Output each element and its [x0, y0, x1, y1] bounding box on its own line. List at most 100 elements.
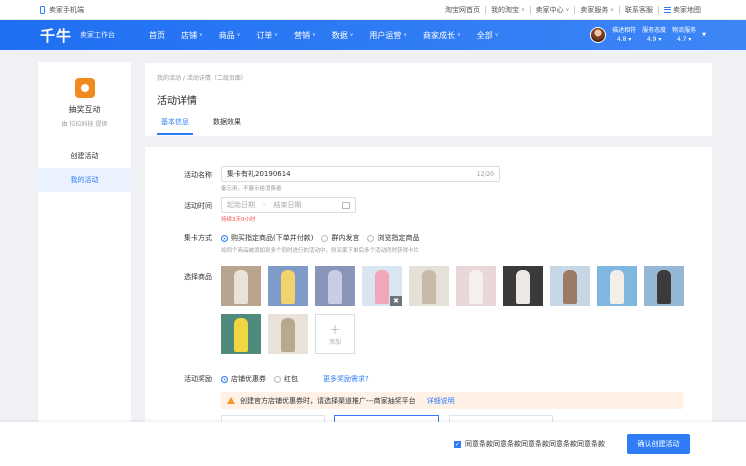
nav-item-label: 店铺	[181, 30, 198, 40]
shop-scores[interactable]: 描述相符 4.8 ▾ 服务态度 4.9 ▾ 物流服务 4.7 ▾ ▼	[590, 26, 706, 44]
detail-tabs: 基本信息 数据效果	[157, 117, 700, 135]
top-link[interactable]: 卖家地图	[659, 5, 706, 15]
nav-item[interactable]: 商品 ∨	[211, 30, 249, 41]
start-date-placeholder: 起始日期	[227, 201, 255, 209]
activity-name-input[interactable]: 集卡有礼20190614 12/20	[221, 166, 500, 182]
product-thumbnail[interactable]	[503, 266, 543, 306]
confirm-create-button[interactable]: 确认创建活动	[627, 434, 690, 454]
product-figure	[563, 270, 577, 304]
radio-option[interactable]: 浏览指定商品	[367, 233, 419, 243]
notice-detail-link[interactable]: 详细说明	[427, 396, 455, 406]
radio-option[interactable]: 群内发言	[321, 233, 359, 243]
product-figure	[281, 270, 295, 304]
product-figure	[328, 270, 342, 304]
product-thumbnail[interactable]: ✖	[362, 266, 402, 306]
product-thumbnail[interactable]	[221, 266, 261, 306]
radio-icon[interactable]	[367, 234, 375, 242]
avatar[interactable]	[590, 27, 607, 43]
nav-item-label: 全部	[476, 30, 493, 40]
tab[interactable]: 数据效果	[213, 117, 241, 135]
top-link[interactable]: 我的淘宝 ∨	[486, 5, 530, 15]
seller-mobile-link[interactable]: 卖家手机端	[40, 5, 84, 15]
action-footer: ✓ 同意条款同意条款同意条款同意条款同意条款 确认创建活动	[0, 422, 746, 466]
top-link[interactable]: 卖家中心 ∨	[531, 5, 575, 15]
nav-item[interactable]: 营销 ∨	[286, 30, 324, 41]
sidebar: 抽奖互动 由 拉拉科技 提供 创建活动 我的活动	[38, 62, 131, 462]
notice-bar: 创建官方店铺优惠券时，请选择渠道推广---商家抽奖平台 详细说明	[221, 392, 683, 409]
product-thumbnail[interactable]	[456, 266, 496, 306]
product-thumbnail[interactable]	[597, 266, 637, 306]
top-utility-bar: 卖家手机端 淘宝网首页 我的淘宝 ∨ 卖家中心 ∨ 卖家服务 ∨ 联系客服 卖家地图	[0, 0, 746, 20]
name-hint: 备忘用，不展示给消费者	[221, 186, 282, 192]
chevron-down-icon: ∨	[236, 32, 241, 38]
score-value: 4.9 ▾	[647, 35, 661, 44]
radio-icon[interactable]	[321, 234, 329, 242]
sidebar-item[interactable]: 我的活动	[38, 168, 131, 192]
nav-item[interactable]: 订单 ∨	[248, 30, 286, 41]
top-link-label: 卖家地图	[673, 5, 701, 14]
breadcrumb: 我的活动 / 活动详情（二级页面）	[157, 75, 247, 82]
radio-icon[interactable]	[221, 234, 228, 242]
nav-item[interactable]: 商家成长 ∨	[415, 30, 469, 41]
grid-icon	[664, 6, 671, 13]
activity-time-range[interactable]: 起始日期 - 结束日期	[221, 197, 356, 213]
top-link-label: 淘宝网首页	[444, 5, 480, 14]
reward-options: 店铺优惠券 红包	[221, 374, 298, 384]
notice-text: 创建官方店铺优惠券时，请选择渠道推广---商家抽奖平台	[240, 396, 416, 405]
trash-icon[interactable]: ✖	[390, 296, 402, 306]
nav-item[interactable]: 数据 ∨	[324, 30, 362, 41]
product-figure	[516, 270, 530, 304]
chevron-down-icon: ∨	[312, 32, 316, 38]
nav-item[interactable]: 用户运营 ∨	[361, 30, 415, 41]
chevron-down-icon: ∨	[610, 6, 614, 13]
radio-option[interactable]: 红包	[274, 374, 298, 384]
top-link[interactable]: 淘宝网首页	[440, 5, 485, 15]
nav-item-label: 营销	[294, 30, 311, 40]
radio-label: 店铺优惠券	[231, 375, 266, 383]
radio-option[interactable]: 店铺优惠券	[221, 374, 266, 384]
radio-icon[interactable]	[274, 375, 281, 383]
add-product-button[interactable]: + 添加	[315, 314, 355, 354]
qianniu-logo[interactable]: 千牛	[40, 25, 72, 46]
sidebar-item[interactable]: 创建活动	[38, 144, 131, 168]
agree-checkbox[interactable]: ✓	[454, 440, 461, 448]
product-thumbnail[interactable]	[550, 266, 590, 306]
product-thumbnail[interactable]	[221, 314, 261, 354]
score-number: 4.8	[616, 36, 627, 43]
score-label: 物流服务	[672, 27, 697, 34]
chevron-down-icon: ∨	[565, 6, 570, 13]
more-reward-link[interactable]: 更多奖励需求?	[323, 374, 369, 384]
product-thumbnail[interactable]	[409, 266, 449, 306]
product-figure	[281, 318, 295, 352]
nav-item-label: 数据	[331, 30, 348, 40]
page-title: 活动详情	[157, 96, 197, 107]
chevron-down-icon[interactable]: ▼	[702, 32, 706, 38]
date-separator: -	[263, 201, 266, 209]
product-thumbnail[interactable]	[268, 266, 308, 306]
add-label: 添加	[328, 338, 341, 346]
nav-item[interactable]: 全部 ∨	[469, 30, 507, 41]
chevron-down-icon: ∨	[349, 32, 354, 38]
product-figure	[234, 270, 248, 304]
nav-item[interactable]: 首页	[141, 30, 173, 41]
chevron-down-icon: ▾	[626, 36, 632, 43]
product-thumbnail[interactable]	[644, 266, 684, 306]
top-link[interactable]: 卖家服务 ∨	[575, 5, 619, 15]
radio-label: 购买指定商品(下单并付款)	[231, 234, 314, 242]
activity-name-value: 集卡有礼20190614	[227, 170, 291, 178]
product-thumbnail[interactable]	[315, 266, 355, 306]
lottery-app-icon	[74, 78, 95, 98]
radio-icon[interactable]	[221, 375, 228, 383]
mode-label: 集卡方式	[184, 234, 212, 242]
tab[interactable]: 基本信息	[157, 117, 193, 135]
agree-terms[interactable]: ✓ 同意条款同意条款同意条款同意条款同意条款	[454, 439, 605, 449]
product-thumbnail[interactable]	[268, 314, 308, 354]
name-char-count: 12/20	[476, 170, 494, 178]
app-provider: 由 拉拉科技 提供	[61, 121, 108, 128]
nav-item[interactable]: 店铺 ∨	[173, 30, 211, 41]
top-link[interactable]: 联系客服	[620, 5, 658, 15]
activity-form: 活动名称 集卡有礼20190614 12/20 备忘用，不展示给消费者 活动时间…	[145, 147, 712, 466]
radio-option[interactable]: 购买指定商品(下单并付款)	[221, 233, 313, 243]
nav-item-label: 订单	[256, 30, 273, 40]
radio-label: 红包	[284, 375, 298, 383]
